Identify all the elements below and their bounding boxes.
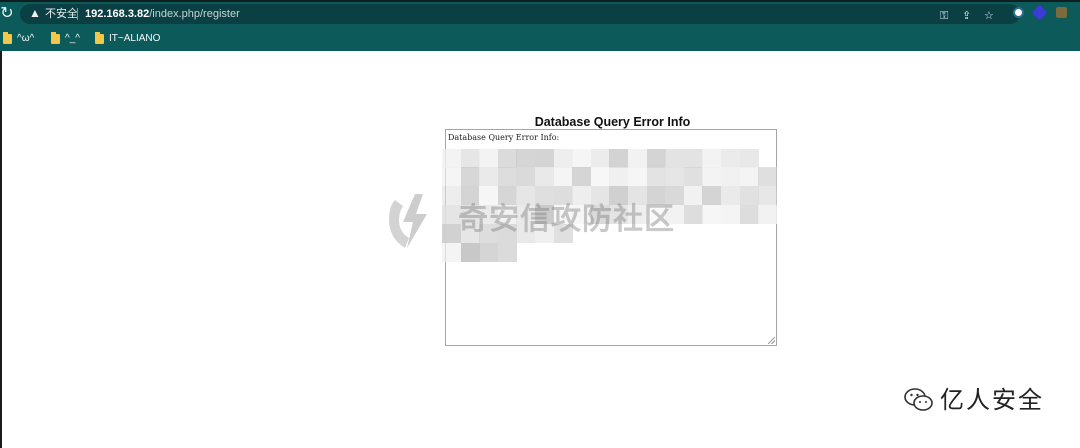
redaction-block [721,186,740,205]
redaction-block [479,167,499,186]
extension-diamond-icon[interactable] [1031,4,1048,21]
key-icon[interactable]: ⚿ [940,10,948,22]
redaction-block [646,149,666,168]
redaction-block [497,149,517,168]
bookmark-label: ^ω^ [17,33,35,44]
redaction-block [553,167,573,186]
redaction-block [628,149,647,168]
address-bar[interactable]: ▲ 不安全 192.168.3.82/index.php/register ⚿ … [20,4,1020,24]
redaction-block [721,149,740,168]
redaction-block [553,149,573,168]
resize-grip-icon[interactable] [768,337,775,344]
redaction-block [739,167,759,186]
star-icon[interactable]: ☆ [984,10,994,22]
redaction-block [702,149,722,168]
redaction-block [442,243,461,262]
redaction-block [702,167,722,186]
folder-icon [3,32,12,44]
redaction-block [572,167,592,186]
redaction-block [646,167,666,186]
warning-icon[interactable]: ▲ [29,7,42,20]
redaction-block [479,243,499,262]
redaction-block [683,167,703,186]
reload-icon[interactable]: ↻ [0,4,14,24]
redaction-block [479,149,499,168]
redaction-block [460,149,480,168]
redaction-block [516,149,536,168]
page-title: Database Query Error Info [534,115,691,129]
watermark-text: 奇安信攻防社区 [458,202,675,237]
error-text: Database Query Error Info: [448,133,560,142]
redaction-block [702,186,722,205]
redaction-block [590,167,610,186]
redaction-block [609,149,629,168]
redaction-block [609,167,629,186]
browser-toolbar: ↻ ▲ 不安全 192.168.3.82/index.php/register … [0,0,1080,51]
brand-name: 亿人安全 [940,386,1044,414]
redaction-block [516,167,536,186]
redaction-block [683,205,703,224]
redaction-block [442,149,461,168]
redaction-block [535,167,554,186]
security-label[interactable]: 不安全 [45,7,78,21]
redaction-block [683,186,703,205]
folder-icon [95,32,104,44]
url-host: 192.168.3.82 [85,8,150,20]
redaction-block [721,167,740,186]
watermark-bolt-icon [389,194,427,248]
address-separator [77,8,78,20]
share-icon[interactable]: ⇪ [962,10,971,22]
redaction-block [758,186,778,205]
redaction-block [758,205,778,224]
redaction-block [628,167,647,186]
bookmark-label: ^_^ [65,33,80,44]
folder-icon [51,32,60,44]
redaction-block [497,167,517,186]
window-edge [0,0,2,448]
wechat-icon [904,388,933,411]
redaction-block [739,205,759,224]
redaction-block [460,167,480,186]
extension-puzzle-icon[interactable] [1056,7,1067,18]
redaction-block [721,205,740,224]
bookmarks-bar: ^ω^ ^_^ IT~ALIANO [0,30,1080,48]
redaction-block [460,243,480,262]
redaction-block [683,149,703,168]
url-text[interactable]: 192.168.3.82/index.php/register [85,7,240,21]
redaction-block [739,186,759,205]
redaction-block [739,149,759,168]
redaction-block [535,149,554,168]
title-strip [0,0,1080,2]
url-path: /index.php/register [149,8,240,20]
redaction-block [442,167,461,186]
redaction-block [665,149,685,168]
redaction-block [665,167,685,186]
redaction-block [758,167,778,186]
redaction-block [590,149,610,168]
extension-circle-icon[interactable] [1013,7,1024,18]
redaction-block [497,243,517,262]
redaction-block [572,149,592,168]
error-textarea[interactable]: Database Query Error Info: [442,129,778,346]
redaction-block [702,205,722,224]
bookmark-label: IT~ALIANO [109,33,161,44]
